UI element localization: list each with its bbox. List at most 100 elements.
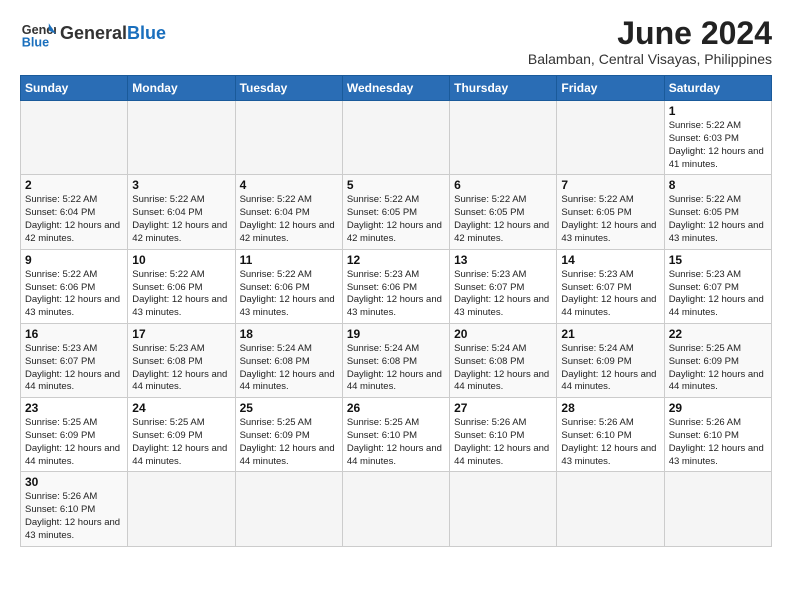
day-info: Sunrise: 5:24 AM Sunset: 6:09 PM Dayligh… bbox=[561, 343, 659, 394]
day-number: 14 bbox=[561, 253, 659, 267]
calendar-cell bbox=[342, 101, 449, 175]
day-number: 25 bbox=[240, 401, 338, 415]
calendar-cell bbox=[128, 472, 235, 546]
day-number: 24 bbox=[132, 401, 230, 415]
day-number: 10 bbox=[132, 253, 230, 267]
day-info: Sunrise: 5:25 AM Sunset: 6:09 PM Dayligh… bbox=[669, 343, 767, 394]
day-number: 18 bbox=[240, 327, 338, 341]
weekday-header-saturday: Saturday bbox=[664, 76, 771, 101]
weekday-header-thursday: Thursday bbox=[450, 76, 557, 101]
day-number: 28 bbox=[561, 401, 659, 415]
calendar-cell bbox=[21, 101, 128, 175]
day-number: 23 bbox=[25, 401, 123, 415]
day-info: Sunrise: 5:22 AM Sunset: 6:04 PM Dayligh… bbox=[25, 194, 123, 245]
day-number: 27 bbox=[454, 401, 552, 415]
calendar-cell: 2Sunrise: 5:22 AM Sunset: 6:04 PM Daylig… bbox=[21, 175, 128, 249]
day-info: Sunrise: 5:22 AM Sunset: 6:05 PM Dayligh… bbox=[347, 194, 445, 245]
calendar-week-row: 30 Sunrise: 5:26 AM Sunset: 6:10 PM Dayli… bbox=[21, 472, 772, 546]
calendar-cell: 7Sunrise: 5:22 AM Sunset: 6:05 PM Daylig… bbox=[557, 175, 664, 249]
calendar-cell bbox=[450, 472, 557, 546]
calendar-week-row: 2Sunrise: 5:22 AM Sunset: 6:04 PM Daylig… bbox=[21, 175, 772, 249]
day-info: Sunrise: 5:24 AM Sunset: 6:08 PM Dayligh… bbox=[454, 343, 552, 394]
day-info: Sunrise: 5:26 AM Sunset: 6:10 PM Dayligh… bbox=[561, 417, 659, 468]
calendar-cell: 4Sunrise: 5:22 AM Sunset: 6:04 PM Daylig… bbox=[235, 175, 342, 249]
calendar-cell: 29Sunrise: 5:26 AM Sunset: 6:10 PM Dayli… bbox=[664, 398, 771, 472]
day-info: Sunrise: 5:26 AM Sunset: 6:10 PM Dayligh… bbox=[669, 417, 767, 468]
day-number: 11 bbox=[240, 253, 338, 267]
day-info: Sunrise: 5:25 AM Sunset: 6:09 PM Dayligh… bbox=[240, 417, 338, 468]
calendar-cell: 8 Sunrise: 5:22 AM Sunset: 6:05 PM Daylig… bbox=[664, 175, 771, 249]
day-number: 7 bbox=[561, 178, 659, 192]
day-number: 21 bbox=[561, 327, 659, 341]
weekday-header-wednesday: Wednesday bbox=[342, 76, 449, 101]
calendar-table: SundayMondayTuesdayWednesdayThursdayFrid… bbox=[20, 75, 772, 547]
day-info: Sunrise: 5:22 AM Sunset: 6:03 PM Dayligh… bbox=[669, 120, 767, 171]
calendar-cell: 1 Sunrise: 5:22 AM Sunset: 6:03 PM Daylig… bbox=[664, 101, 771, 175]
day-number: 3 bbox=[132, 178, 230, 192]
calendar-cell: 12 Sunrise: 5:23 AM Sunset: 6:06 PM Dayli… bbox=[342, 249, 449, 323]
day-info: Sunrise: 5:22 AM Sunset: 6:05 PM Dayligh… bbox=[669, 194, 767, 245]
day-info: Sunrise: 5:23 AM Sunset: 6:07 PM Dayligh… bbox=[454, 269, 552, 320]
calendar-cell: 18Sunrise: 5:24 AM Sunset: 6:08 PM Dayli… bbox=[235, 323, 342, 397]
calendar-cell: 15 Sunrise: 5:23 AM Sunset: 6:07 PM Dayli… bbox=[664, 249, 771, 323]
day-number: 13 bbox=[454, 253, 552, 267]
calendar-cell bbox=[342, 472, 449, 546]
day-info: Sunrise: 5:23 AM Sunset: 6:07 PM Dayligh… bbox=[669, 269, 767, 320]
calendar-cell: 13 Sunrise: 5:23 AM Sunset: 6:07 PM Dayli… bbox=[450, 249, 557, 323]
day-info: Sunrise: 5:25 AM Sunset: 6:10 PM Dayligh… bbox=[347, 417, 445, 468]
weekday-header-tuesday: Tuesday bbox=[235, 76, 342, 101]
day-info: Sunrise: 5:23 AM Sunset: 6:07 PM Dayligh… bbox=[25, 343, 123, 394]
weekday-header-row: SundayMondayTuesdayWednesdayThursdayFrid… bbox=[21, 76, 772, 101]
calendar-cell: 11 Sunrise: 5:22 AM Sunset: 6:06 PM Dayli… bbox=[235, 249, 342, 323]
svg-text:Blue: Blue bbox=[22, 36, 49, 50]
calendar-cell: 14 Sunrise: 5:23 AM Sunset: 6:07 PM Dayli… bbox=[557, 249, 664, 323]
calendar-cell: 16Sunrise: 5:23 AM Sunset: 6:07 PM Dayli… bbox=[21, 323, 128, 397]
day-number: 12 bbox=[347, 253, 445, 267]
day-info: Sunrise: 5:22 AM Sunset: 6:05 PM Dayligh… bbox=[454, 194, 552, 245]
day-number: 9 bbox=[25, 253, 123, 267]
calendar-cell: 5 Sunrise: 5:22 AM Sunset: 6:05 PM Daylig… bbox=[342, 175, 449, 249]
calendar-week-row: 1 Sunrise: 5:22 AM Sunset: 6:03 PM Daylig… bbox=[21, 101, 772, 175]
calendar-week-row: 23 Sunrise: 5:25 AM Sunset: 6:09 PM Dayli… bbox=[21, 398, 772, 472]
location-subtitle: Balamban, Central Visayas, Philippines bbox=[528, 51, 772, 67]
calendar-cell bbox=[235, 101, 342, 175]
day-info: Sunrise: 5:22 AM Sunset: 6:06 PM Dayligh… bbox=[132, 269, 230, 320]
calendar-cell bbox=[450, 101, 557, 175]
day-info: Sunrise: 5:26 AM Sunset: 6:10 PM Dayligh… bbox=[454, 417, 552, 468]
logo-icon: General Blue bbox=[20, 16, 56, 52]
day-info: Sunrise: 5:25 AM Sunset: 6:09 PM Dayligh… bbox=[132, 417, 230, 468]
calendar-cell: 23 Sunrise: 5:25 AM Sunset: 6:09 PM Dayli… bbox=[21, 398, 128, 472]
day-number: 4 bbox=[240, 178, 338, 192]
day-info: Sunrise: 5:22 AM Sunset: 6:04 PM Dayligh… bbox=[132, 194, 230, 245]
day-number: 8 bbox=[669, 178, 767, 192]
weekday-header-monday: Monday bbox=[128, 76, 235, 101]
day-number: 1 bbox=[669, 104, 767, 118]
month-year-title: June 2024 bbox=[528, 16, 772, 51]
day-number: 20 bbox=[454, 327, 552, 341]
day-info: Sunrise: 5:26 AM Sunset: 6:10 PM Dayligh… bbox=[25, 491, 123, 542]
day-number: 22 bbox=[669, 327, 767, 341]
calendar-cell bbox=[557, 472, 664, 546]
calendar-cell bbox=[235, 472, 342, 546]
calendar-cell: 26 Sunrise: 5:25 AM Sunset: 6:10 PM Dayli… bbox=[342, 398, 449, 472]
calendar-week-row: 9 Sunrise: 5:22 AM Sunset: 6:06 PM Daylig… bbox=[21, 249, 772, 323]
header: General Blue GeneralBlue June 2024 Balam… bbox=[20, 16, 772, 67]
day-number: 30 bbox=[25, 475, 123, 489]
day-number: 15 bbox=[669, 253, 767, 267]
weekday-header-friday: Friday bbox=[557, 76, 664, 101]
day-info: Sunrise: 5:22 AM Sunset: 6:06 PM Dayligh… bbox=[240, 269, 338, 320]
calendar-cell: 21 Sunrise: 5:24 AM Sunset: 6:09 PM Dayli… bbox=[557, 323, 664, 397]
day-info: Sunrise: 5:23 AM Sunset: 6:06 PM Dayligh… bbox=[347, 269, 445, 320]
calendar-week-row: 16Sunrise: 5:23 AM Sunset: 6:07 PM Dayli… bbox=[21, 323, 772, 397]
weekday-header-sunday: Sunday bbox=[21, 76, 128, 101]
day-number: 26 bbox=[347, 401, 445, 415]
day-info: Sunrise: 5:25 AM Sunset: 6:09 PM Dayligh… bbox=[25, 417, 123, 468]
calendar-cell: 28 Sunrise: 5:26 AM Sunset: 6:10 PM Dayli… bbox=[557, 398, 664, 472]
title-area: June 2024 Balamban, Central Visayas, Phi… bbox=[528, 16, 772, 67]
calendar-cell: 10 Sunrise: 5:22 AM Sunset: 6:06 PM Dayli… bbox=[128, 249, 235, 323]
calendar-cell: 17Sunrise: 5:23 AM Sunset: 6:08 PM Dayli… bbox=[128, 323, 235, 397]
day-info: Sunrise: 5:23 AM Sunset: 6:08 PM Dayligh… bbox=[132, 343, 230, 394]
day-info: Sunrise: 5:23 AM Sunset: 6:07 PM Dayligh… bbox=[561, 269, 659, 320]
calendar-cell: 24 Sunrise: 5:25 AM Sunset: 6:09 PM Dayli… bbox=[128, 398, 235, 472]
day-number: 5 bbox=[347, 178, 445, 192]
